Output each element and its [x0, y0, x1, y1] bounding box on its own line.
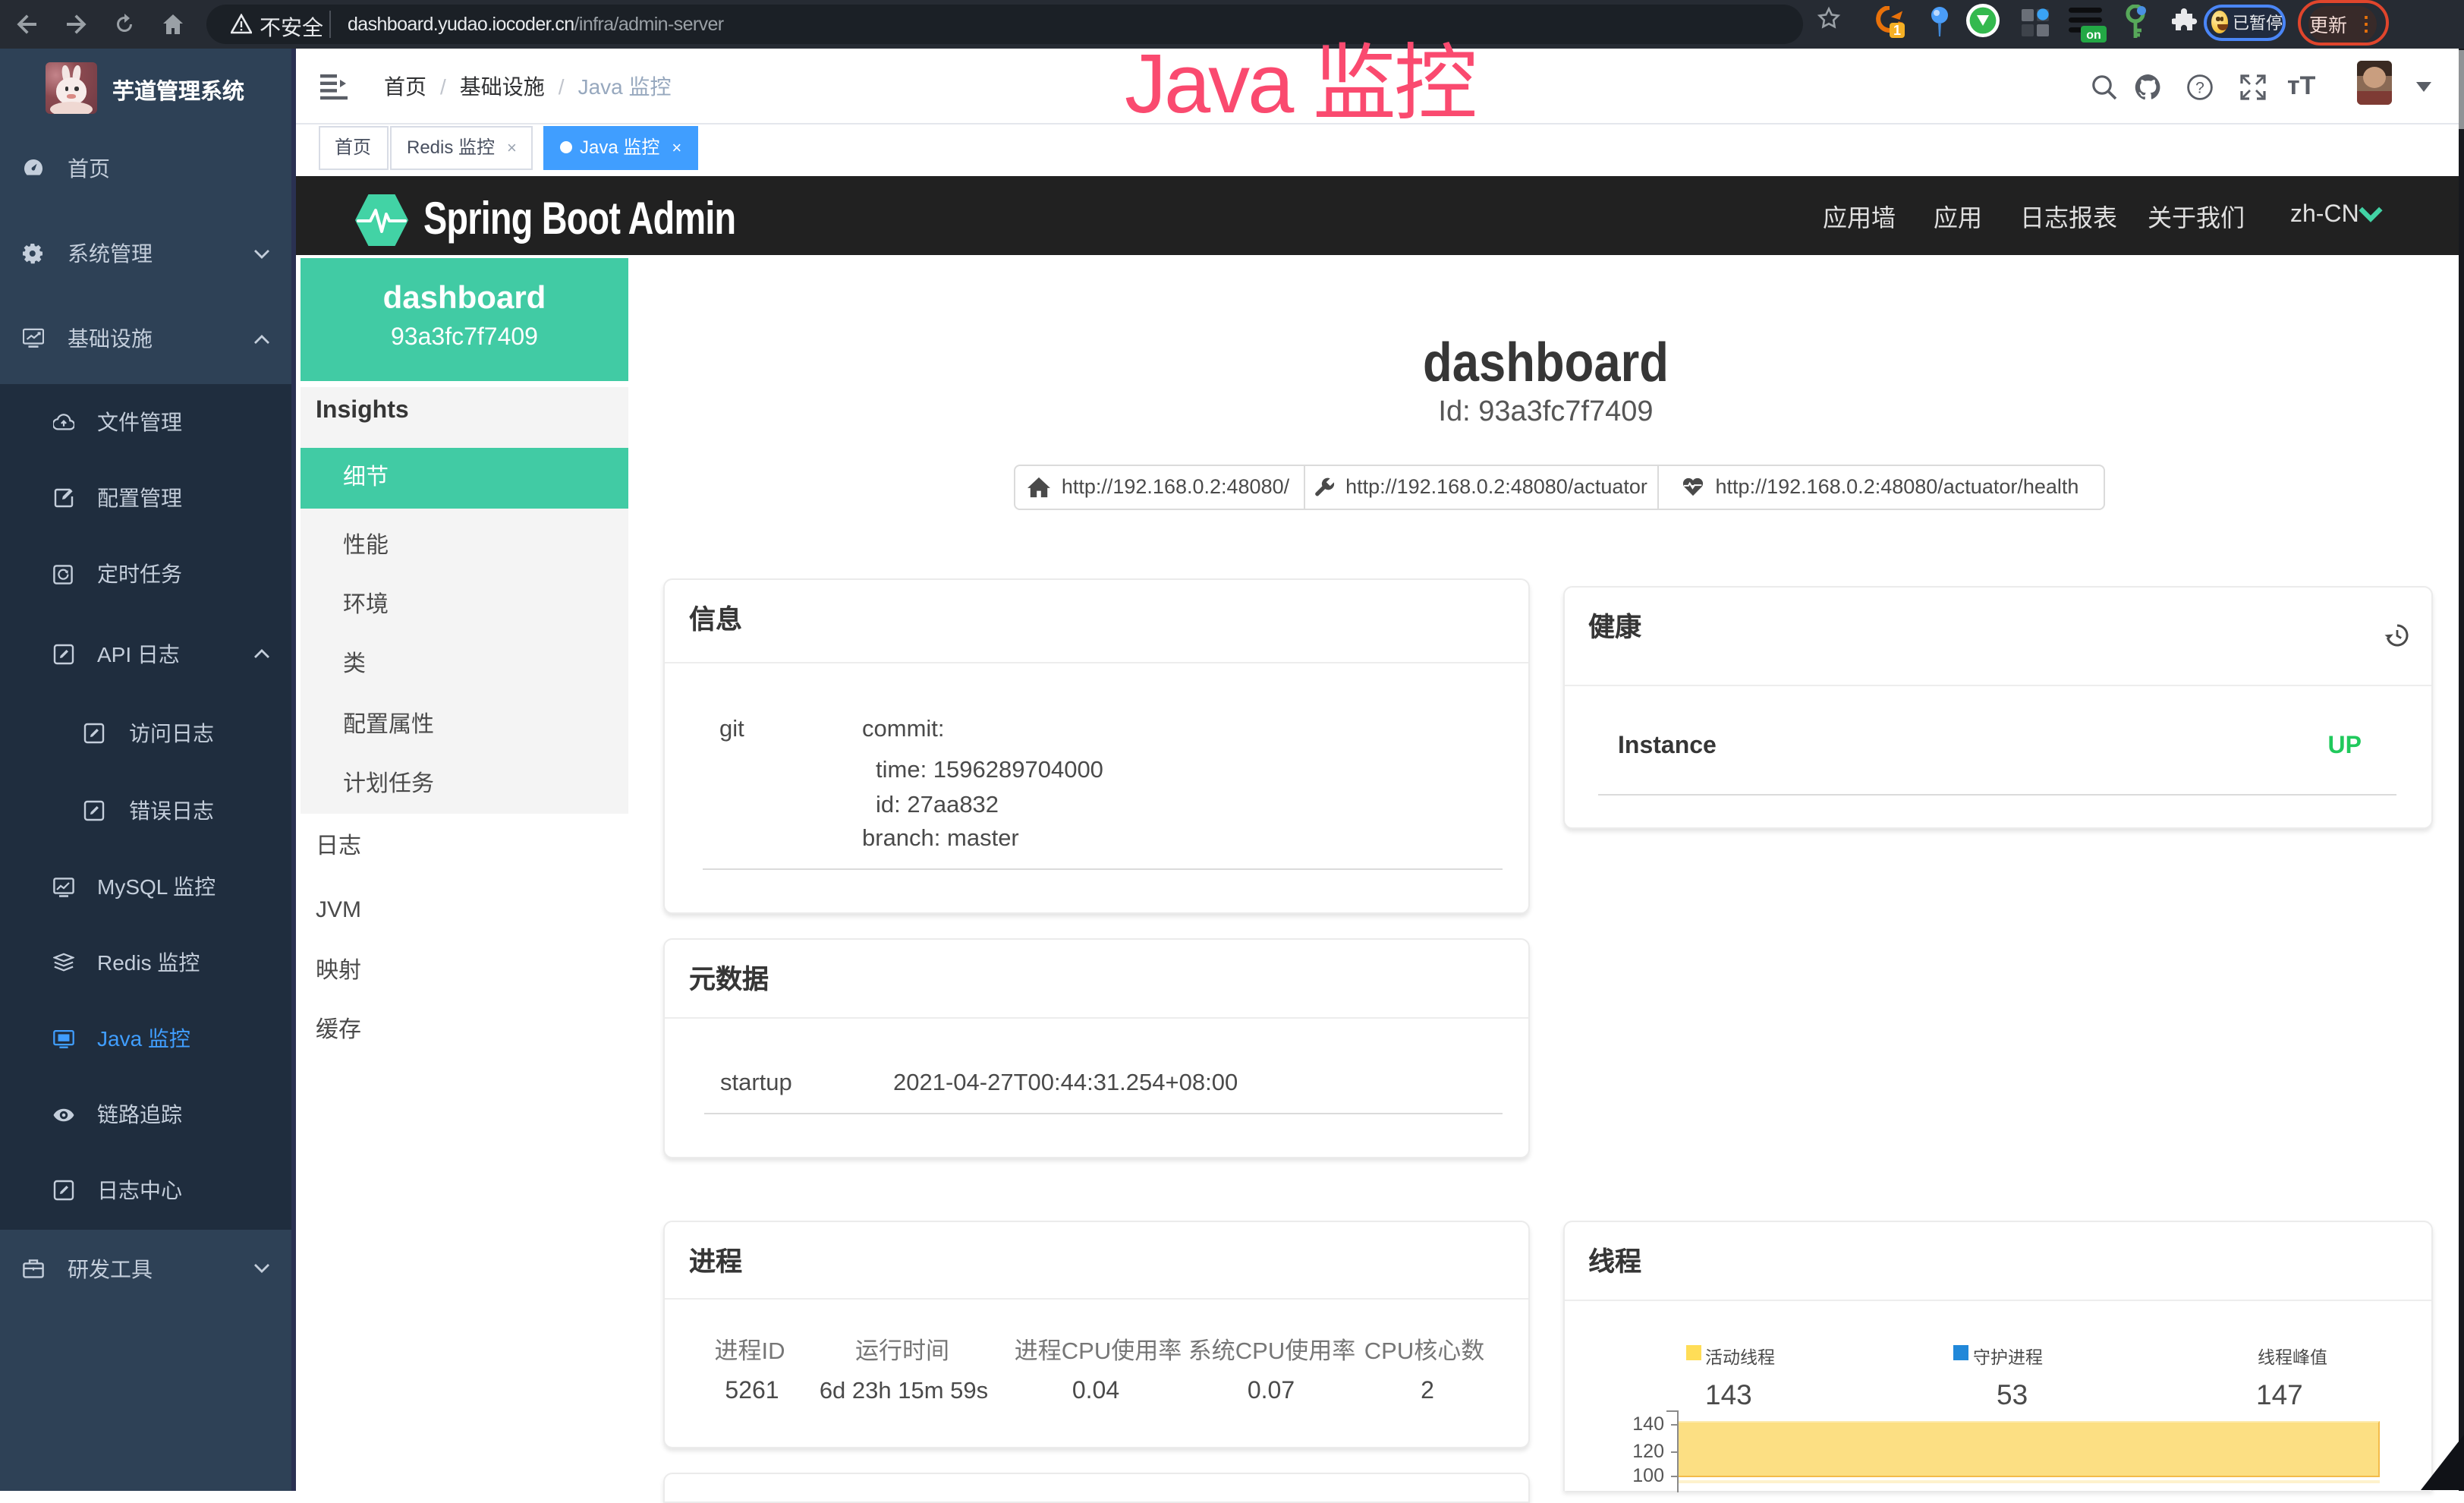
svg-text:on: on	[2086, 29, 2101, 42]
svg-text:1: 1	[1893, 23, 1901, 38]
svg-text:?: ?	[2195, 79, 2204, 96]
